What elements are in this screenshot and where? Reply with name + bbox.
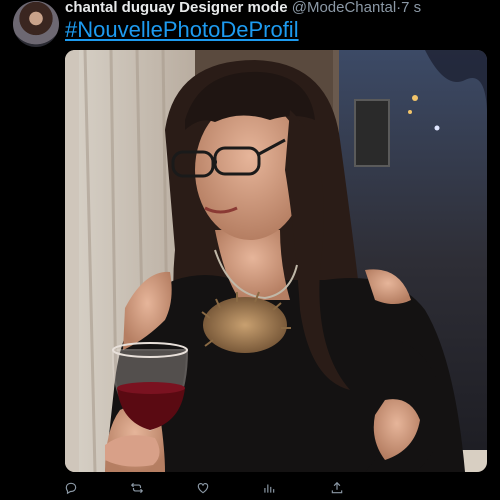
profile-avatar[interactable] — [13, 1, 59, 47]
reply-icon[interactable] — [60, 478, 82, 498]
retweet-icon[interactable] — [126, 478, 148, 498]
user-handle[interactable]: @ModeChantal — [292, 0, 396, 16]
tweet-actions — [60, 478, 360, 498]
display-name[interactable]: chantal duguay Designer mode — [65, 0, 288, 16]
tweet-header: chantal duguay Designer mode @ModeChanta… — [65, 0, 495, 16]
hashtag-link[interactable]: #NouvellePhotoDeProfil — [65, 17, 299, 43]
like-icon[interactable] — [192, 478, 214, 498]
tweet-photo[interactable] — [65, 50, 487, 472]
share-icon[interactable] — [326, 478, 348, 498]
profile-photo-illustration — [65, 50, 487, 472]
timestamp[interactable]: 7 s — [401, 0, 421, 16]
analytics-icon[interactable] — [258, 478, 280, 498]
